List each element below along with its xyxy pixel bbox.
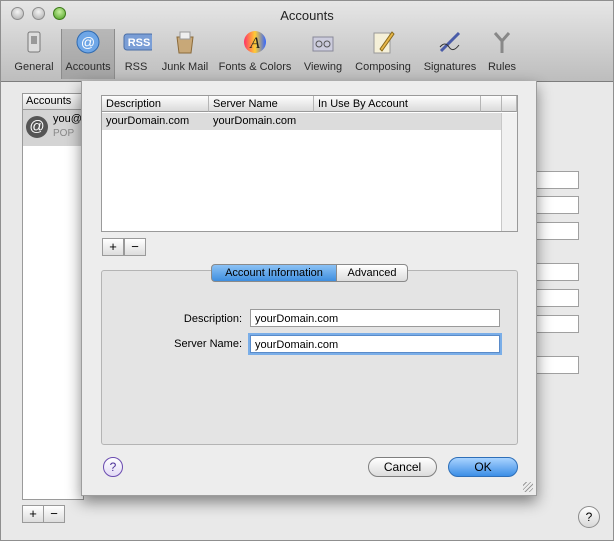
- svg-text:@: @: [81, 34, 95, 50]
- help-button[interactable]: ?: [578, 506, 600, 528]
- window-title: Accounts: [280, 8, 334, 23]
- column-header-extra: [481, 96, 502, 112]
- toolbar-viewing[interactable]: Viewing: [299, 29, 347, 79]
- toolbar-accounts[interactable]: @ Accounts: [61, 29, 115, 79]
- rss-icon: RSS: [123, 33, 152, 51]
- remove-account-button[interactable]: −: [43, 505, 65, 523]
- column-header-in-use-by[interactable]: In Use By Account: [314, 96, 481, 112]
- title-bar: Accounts General @ Accounts RSS RSS Junk…: [1, 1, 613, 82]
- account-name: you@: [53, 113, 82, 125]
- column-header-corner: [502, 96, 517, 112]
- account-info-box: Description: yourDomain.com Server Name:…: [101, 270, 518, 445]
- pen-signature-icon: [439, 31, 461, 53]
- font-a-icon: A: [244, 31, 266, 53]
- toolbar-composing[interactable]: Composing: [351, 29, 415, 79]
- ok-button[interactable]: OK: [448, 457, 518, 477]
- resize-grip[interactable]: [523, 482, 533, 492]
- at-sign-icon: @: [76, 30, 100, 54]
- cell-description: yourDomain.com: [106, 115, 190, 127]
- column-header-description[interactable]: Description: [102, 96, 209, 112]
- accounts-window: Accounts General @ Accounts RSS RSS Junk…: [0, 0, 614, 541]
- add-account-button[interactable]: +: [22, 505, 44, 523]
- server-name-label: Server Name:: [174, 338, 242, 350]
- svg-text:A: A: [249, 35, 260, 52]
- svg-text:RSS: RSS: [128, 37, 151, 49]
- tab-advanced[interactable]: Advanced: [336, 264, 408, 282]
- account-type: POP: [53, 128, 75, 139]
- pencil-paper-icon: [373, 31, 395, 54]
- toolbar-junk-mail[interactable]: Junk Mail: [159, 29, 211, 79]
- accounts-list[interactable]: Accounts @ you@ POP: [22, 93, 84, 500]
- remove-server-button[interactable]: −: [124, 238, 146, 256]
- cancel-button[interactable]: Cancel: [368, 457, 437, 477]
- add-server-button[interactable]: +: [102, 238, 124, 256]
- switch-icon: [27, 31, 41, 53]
- smtp-server-sheet: Description Server Name In Use By Accoun…: [81, 81, 537, 496]
- account-row[interactable]: @ you@ POP: [23, 110, 83, 146]
- server-name-field[interactable]: yourDomain.com: [250, 335, 500, 353]
- vertical-scrollbar[interactable]: [501, 113, 517, 231]
- toolbar-rss[interactable]: RSS RSS: [117, 29, 155, 79]
- accounts-list-header: Accounts: [23, 94, 83, 110]
- column-header-server-name[interactable]: Server Name: [209, 96, 314, 112]
- toolbar-signatures[interactable]: Signatures: [419, 29, 481, 79]
- toolbar-rules[interactable]: Rules: [485, 29, 519, 79]
- sheet-help-button[interactable]: ?: [103, 457, 123, 477]
- server-table[interactable]: Description Server Name In Use By Accoun…: [101, 95, 518, 232]
- at-sign-icon: @: [26, 116, 48, 138]
- description-label: Description:: [183, 313, 242, 325]
- table-row[interactable]: yourDomain.com yourDomain.com: [102, 113, 517, 130]
- glasses-icon: [312, 36, 334, 52]
- description-field[interactable]: yourDomain.com: [250, 309, 500, 327]
- rules-arrows-icon: [493, 32, 511, 53]
- junk-mail-icon: [176, 31, 194, 54]
- tab-account-information[interactable]: Account Information: [211, 264, 337, 282]
- toolbar-general[interactable]: General: [11, 29, 57, 79]
- toolbar-fonts-colors[interactable]: A Fonts & Colors: [215, 29, 295, 79]
- cell-server-name: yourDomain.com: [213, 115, 297, 127]
